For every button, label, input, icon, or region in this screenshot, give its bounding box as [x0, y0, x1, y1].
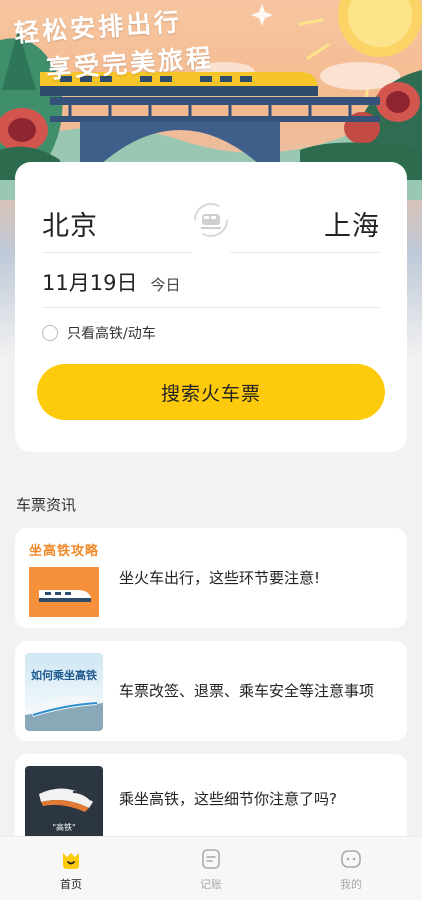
news-title: 坐火车出行，这些环节要注意!	[119, 568, 321, 587]
thumbnail-caption: "高铁"	[52, 823, 76, 832]
tab-home-label: 首页	[60, 877, 82, 891]
date-selector[interactable]: 11月19日 今日	[42, 267, 181, 297]
departure-underline	[42, 252, 192, 253]
train-photo-icon	[29, 567, 99, 617]
tab-profile-label: 我的	[340, 877, 362, 891]
news-item[interactable]: 坐高铁攻略 坐火车出行，这些环节要注意!	[15, 528, 407, 628]
high-speed-filter[interactable]: 只看高铁/动车	[42, 323, 156, 343]
departure-city[interactable]: 北京	[42, 204, 98, 243]
departure-date: 11月19日	[42, 271, 138, 295]
swap-train-icon	[194, 203, 228, 237]
news-item[interactable]: 如何乘坐高铁 车票改签、退票、乘车安全等注意事项	[15, 641, 407, 741]
high-speed-radio[interactable]	[42, 325, 58, 341]
date-underline	[42, 307, 380, 308]
tab-notes[interactable]: 记账	[171, 837, 251, 900]
bottom-tab-bar: 首页 记账 我的	[0, 836, 422, 900]
date-hint: 今日	[150, 276, 181, 294]
news-thumbnail: "高铁"	[25, 766, 103, 844]
swap-cities-button[interactable]	[193, 202, 229, 238]
news-title: 车票改签、退票、乘车安全等注意事项	[119, 681, 375, 700]
news-item[interactable]: "高铁" 乘坐高铁，这些细节你注意了吗?	[15, 754, 407, 844]
news-thumbnail: 坐高铁攻略	[25, 540, 103, 618]
high-speed-filter-label: 只看高铁/动车	[67, 326, 156, 342]
search-tickets-button[interactable]: 搜索火车票	[37, 364, 385, 420]
ticket-search-card: 北京 上海 11月19日 今日 只看高铁/动车 搜索火车票	[15, 162, 407, 452]
tab-profile[interactable]: 我的	[311, 837, 391, 900]
tab-home[interactable]: 首页	[31, 837, 111, 900]
news-title: 乘坐高铁，这些细节你注意了吗?	[119, 789, 337, 808]
news-thumbnail: 如何乘坐高铁	[25, 653, 103, 731]
news-section-title: 车票资讯	[16, 496, 77, 514]
notes-icon	[202, 848, 220, 869]
home-face-icon	[63, 852, 79, 869]
train-photo-icon	[25, 696, 103, 731]
tab-notes-label: 记账	[200, 877, 222, 891]
profile-face-icon	[341, 849, 361, 868]
arrival-city[interactable]: 上海	[324, 204, 380, 243]
arrival-underline	[230, 252, 380, 253]
